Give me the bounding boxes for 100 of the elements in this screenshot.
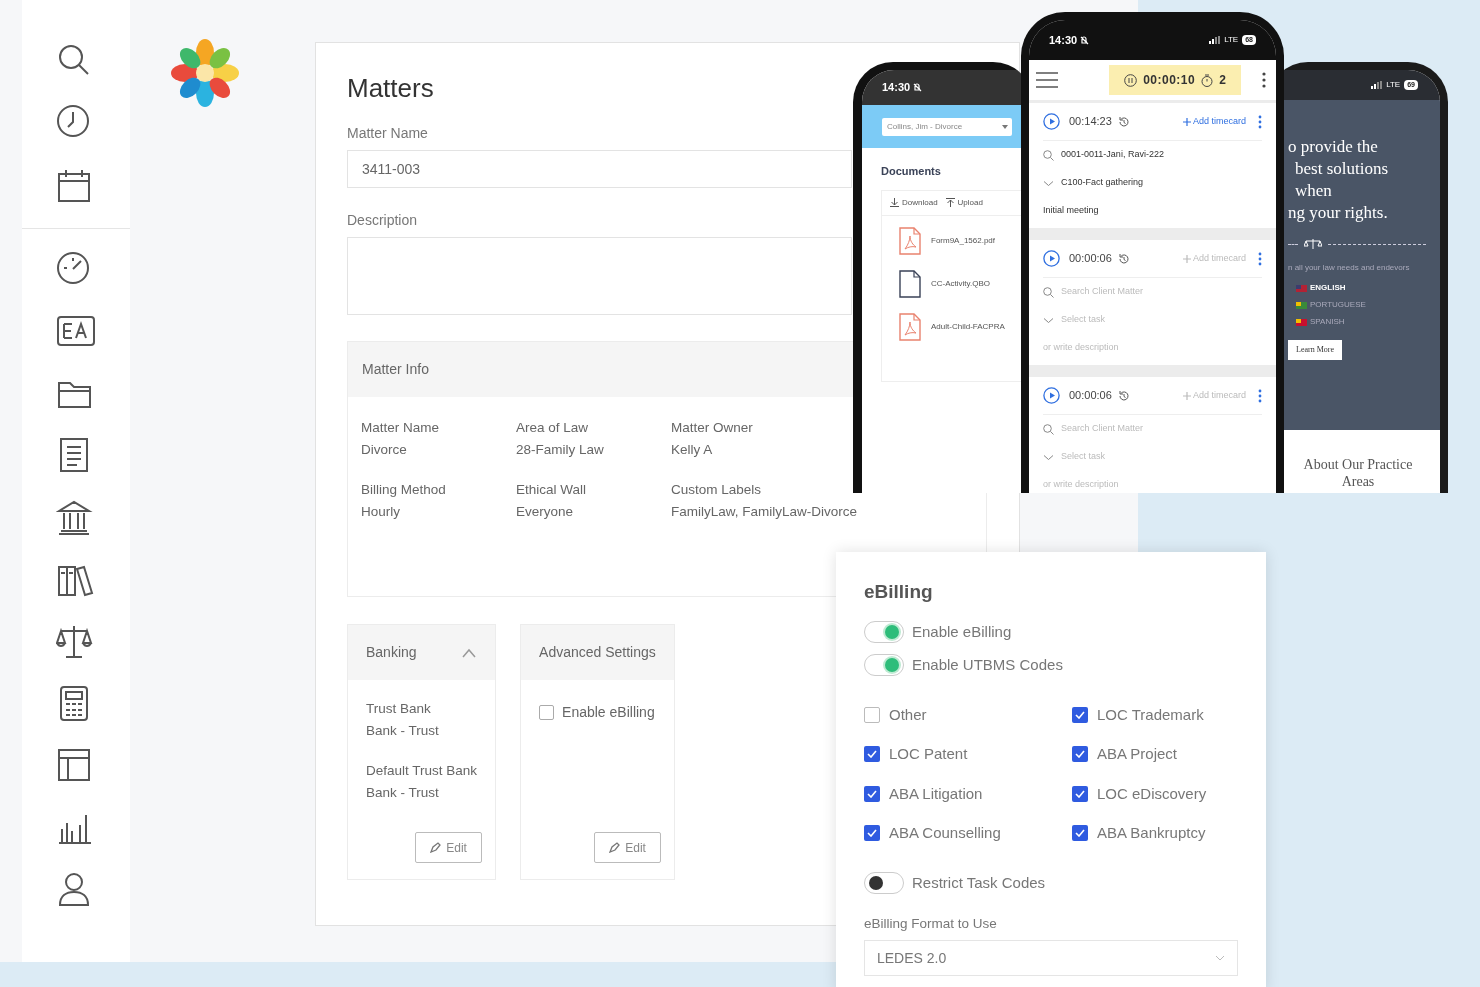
history-icon[interactable]	[1117, 389, 1130, 402]
menu-icon[interactable]	[1036, 72, 1058, 88]
toggle-switch[interactable]	[864, 654, 904, 677]
info-value: Kelly A	[671, 441, 714, 459]
download-icon	[890, 198, 899, 207]
checkbox-label: ABA Project	[1097, 744, 1178, 764]
matter-name-field[interactable]: 3411-003	[347, 150, 852, 188]
pdf-file-icon	[899, 312, 921, 341]
field-label: Matter Name	[347, 124, 428, 143]
headline-line: o provide the	[1288, 136, 1379, 158]
file-name[interactable]: CC-Activity.QBO	[931, 277, 990, 290]
pencil-icon	[609, 842, 621, 853]
checkbox[interactable]	[864, 706, 880, 723]
matter-dropdown[interactable]: Collins, Jim - Divorce	[882, 117, 1012, 136]
checkbox[interactable]	[864, 825, 880, 842]
task-dropdown[interactable]: C100-Fact gathering	[1061, 176, 1144, 190]
info-value: FamilyLaw, FamilyLaw-Divorce	[671, 503, 859, 521]
bell-muted-icon	[1080, 35, 1090, 45]
status-time: 14:30	[882, 80, 911, 96]
headline-line: ng your rights.	[1288, 202, 1389, 224]
checkbox[interactable]	[1072, 825, 1088, 842]
checkbox-label: Enable eBilling	[562, 703, 655, 722]
scales-icon	[1304, 238, 1322, 250]
play-icon[interactable]	[1043, 250, 1060, 267]
checkbox[interactable]	[1072, 706, 1088, 723]
field-label: Description	[347, 211, 419, 230]
play-icon[interactable]	[1043, 113, 1060, 130]
check-icon	[1075, 750, 1085, 759]
more-options-icon[interactable]	[1262, 72, 1266, 88]
upload-icon	[945, 198, 955, 207]
action-link[interactable]: Download	[890, 196, 938, 209]
headline-line: when	[1294, 180, 1333, 202]
pause-icon[interactable]	[1124, 73, 1138, 87]
plus-icon	[1182, 391, 1191, 400]
toggle-switch[interactable]	[864, 620, 904, 643]
toggle-label: Restrict Task Codes	[912, 872, 1046, 893]
checkbox-label: LOC Patent	[889, 744, 968, 764]
toggle-switch[interactable]	[864, 871, 904, 894]
language-option[interactable]: ENGLISH	[1310, 282, 1346, 294]
checkbox[interactable]	[864, 785, 880, 802]
search-icon	[1043, 286, 1054, 298]
chevron-up-icon[interactable]	[461, 647, 478, 658]
file-name[interactable]: Adult-Child-FACPRA	[931, 320, 1005, 333]
plus-icon	[1182, 117, 1191, 126]
checkbox-label: LOC Trademark	[1097, 704, 1204, 725]
learn-more-button[interactable]: Learn More	[1288, 340, 1342, 360]
section-heading: Documents	[881, 164, 942, 179]
pencil-icon	[430, 842, 442, 853]
play-icon[interactable]	[1043, 387, 1060, 404]
elapsed-time: 00:00:06	[1069, 251, 1112, 267]
description-field[interactable]: Initial meeting	[1043, 204, 1099, 218]
checkbox[interactable]	[1072, 785, 1088, 802]
info-label: Area of Law	[516, 419, 590, 437]
language-option[interactable]: SPANISH	[1310, 316, 1345, 328]
bank-value: Bank - Trust	[366, 722, 440, 740]
check-icon	[1075, 710, 1085, 719]
panel-title: Matter Info	[362, 360, 429, 379]
plus-icon	[1182, 254, 1191, 263]
check-icon	[1075, 789, 1085, 798]
check-icon	[867, 789, 877, 798]
history-icon[interactable]	[1117, 115, 1130, 128]
info-label: Custom Labels	[671, 481, 763, 499]
more-options-icon[interactable]	[1258, 251, 1262, 266]
elapsed-time: 00:14:23	[1069, 114, 1112, 130]
check-icon	[1075, 829, 1085, 838]
checkbox[interactable]	[864, 746, 880, 763]
stopwatch-icon	[1201, 73, 1214, 87]
info-value: Divorce	[361, 441, 408, 459]
client-matter-field[interactable]: 0001-0011-Jani, Ravi-222	[1061, 148, 1164, 162]
add-timecard-link[interactable]: Add timecard	[1182, 114, 1246, 129]
more-options-icon[interactable]	[1258, 388, 1262, 403]
bank-label: Trust Bank	[366, 700, 432, 718]
panel-title: Banking	[366, 643, 417, 662]
more-options-icon[interactable]	[1258, 114, 1262, 129]
checkbox-label: ABA Litigation	[889, 783, 983, 804]
language-option[interactable]: PORTUGUESE	[1310, 299, 1366, 311]
edit-button[interactable]: Edit	[594, 832, 662, 863]
headline-line: best solutions	[1294, 158, 1390, 180]
signal-icon	[1209, 36, 1221, 44]
history-icon[interactable]	[1117, 252, 1130, 265]
search-icon	[1043, 423, 1054, 435]
bank-value: Bank - Trust	[366, 784, 440, 802]
network-label: LTE	[1386, 79, 1401, 91]
signal-icon	[1371, 81, 1383, 89]
pdf-file-icon	[899, 226, 921, 255]
checkbox[interactable]	[539, 705, 555, 720]
file-name[interactable]: Form9A_1562.pdf	[931, 234, 996, 247]
edit-button[interactable]: Edit	[415, 832, 483, 863]
info-value: Hourly	[361, 503, 401, 521]
check-icon	[867, 750, 877, 759]
network-label: LTE	[1224, 34, 1239, 46]
section-title: About Our Practice Areas	[1302, 456, 1414, 490]
field-label: eBilling Format to Use	[864, 915, 998, 933]
format-dropdown[interactable]: LEDES 2.0	[864, 940, 1238, 977]
flag-icon	[1296, 284, 1307, 292]
checkbox[interactable]	[1072, 746, 1088, 763]
toggle-label: Enable eBilling	[912, 621, 1012, 642]
caret-down-icon	[1002, 124, 1008, 129]
description-field[interactable]	[347, 237, 852, 315]
action-link[interactable]: Upload	[945, 196, 983, 209]
